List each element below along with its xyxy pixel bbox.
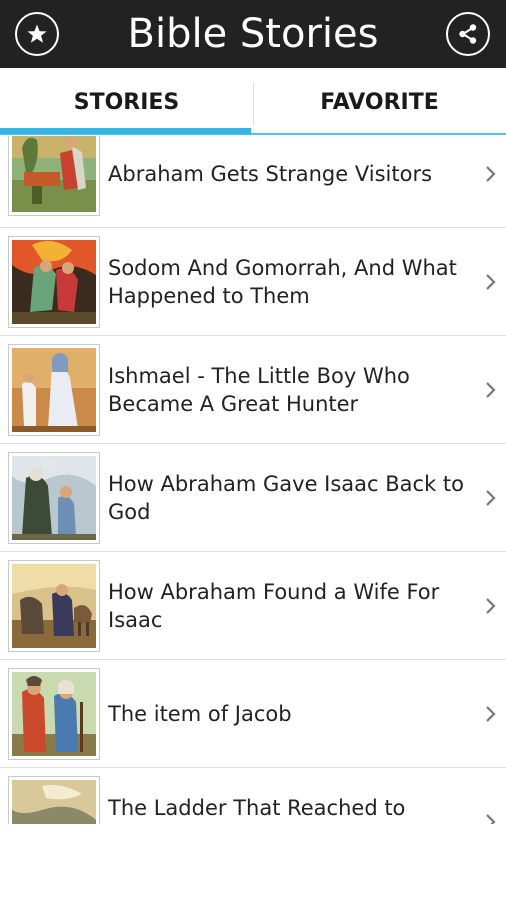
story-title: The Ladder That Reached to bbox=[108, 796, 406, 820]
chevron-right-icon bbox=[486, 814, 496, 824]
list-item[interactable]: How Abraham Found a Wife For Isaac bbox=[0, 552, 506, 660]
list-item[interactable]: Abraham Gets Strange Visitors bbox=[0, 136, 506, 228]
app-bar: Bible Stories bbox=[0, 0, 506, 68]
illustration-image bbox=[12, 456, 96, 540]
tab-favorite[interactable]: FAVORITE bbox=[253, 68, 506, 136]
chevron-right-icon bbox=[486, 166, 496, 182]
story-thumbnail bbox=[8, 776, 100, 824]
story-thumbnail bbox=[8, 136, 100, 216]
tab-selected-indicator bbox=[0, 128, 251, 134]
list-item[interactable]: The Ladder That Reached to bbox=[0, 768, 506, 824]
list-item[interactable]: Ishmael - The Little Boy Who Became A Gr… bbox=[0, 336, 506, 444]
story-thumbnail bbox=[8, 452, 100, 544]
story-title: How Abraham Gave Isaac Back to God bbox=[108, 472, 464, 524]
story-thumbnail bbox=[8, 236, 100, 328]
list-item[interactable]: Sodom And Gomorrah, And What Happened to… bbox=[0, 228, 506, 336]
story-title: How Abraham Found a Wife For Isaac bbox=[108, 580, 440, 632]
tab-bar: STORIES FAVORITE bbox=[0, 68, 506, 136]
story-title: Sodom And Gomorrah, And What Happened to… bbox=[108, 256, 457, 308]
story-list[interactable]: Abraham Gets Strange Visitors Sodom And … bbox=[0, 136, 506, 824]
story-title: Abraham Gets Strange Visitors bbox=[108, 162, 433, 186]
illustration-image bbox=[12, 136, 96, 212]
chevron-right-icon bbox=[486, 706, 496, 722]
chevron-right-icon bbox=[486, 382, 496, 398]
illustration-image bbox=[12, 240, 96, 324]
app-title: Bible Stories bbox=[127, 11, 379, 57]
story-title: The item of Jacob bbox=[108, 702, 292, 726]
share-button[interactable] bbox=[446, 12, 490, 56]
story-title: Ishmael - The Little Boy Who Became A Gr… bbox=[108, 364, 410, 416]
illustration-image bbox=[12, 564, 96, 648]
share-icon bbox=[459, 24, 477, 44]
list-item[interactable]: How Abraham Gave Isaac Back to God bbox=[0, 444, 506, 552]
illustration-image bbox=[12, 672, 96, 756]
story-thumbnail bbox=[8, 344, 100, 436]
chevron-right-icon bbox=[486, 598, 496, 614]
story-thumbnail bbox=[8, 668, 100, 760]
chevron-right-icon bbox=[486, 274, 496, 290]
list-item[interactable]: The item of Jacob bbox=[0, 660, 506, 768]
story-thumbnail bbox=[8, 560, 100, 652]
illustration-image bbox=[12, 348, 96, 432]
chevron-right-icon bbox=[486, 490, 496, 506]
tab-stories[interactable]: STORIES bbox=[0, 68, 253, 136]
illustration-image bbox=[12, 780, 96, 824]
